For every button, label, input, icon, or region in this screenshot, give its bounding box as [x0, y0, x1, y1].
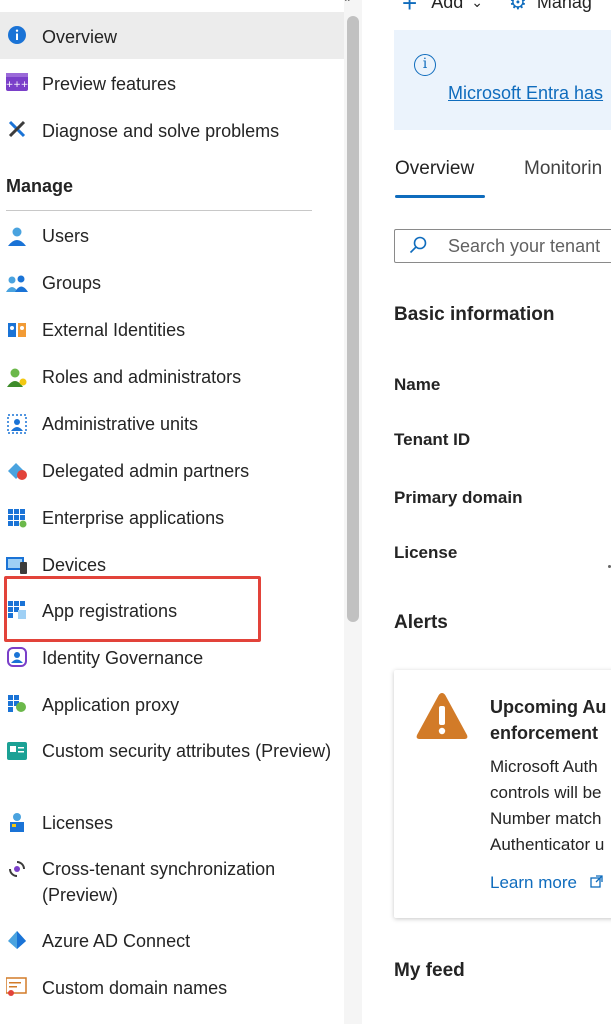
tab-monitoring[interactable]: Monitorin: [524, 158, 602, 180]
sidebar-item-label: Identity Governance: [42, 648, 204, 668]
sidebar-item-label: Enterprise applications: [42, 508, 225, 528]
manage-section-header: Manage: [6, 176, 74, 196]
sidebar-item-label: Users: [42, 226, 90, 246]
sidebar-item-label: External Identities: [42, 320, 186, 340]
groups-icon: [6, 272, 28, 294]
banner-link[interactable]: Microsoft Entra has: [448, 83, 603, 104]
sidebar-item-cross-tenant-sync[interactable]: Cross-tenant synchronization (Preview): [0, 856, 344, 908]
alert-body-line: Microsoft Auth: [490, 757, 598, 776]
alert-title-line: Upcoming Au: [490, 697, 607, 717]
sidebar-item-external-identities[interactable]: External Identities: [0, 317, 344, 364]
sidebar-item-label: Delegated admin partners: [42, 461, 250, 481]
cross-tenant-sync-icon: [6, 858, 28, 880]
manage-button[interactable]: Manag: [537, 0, 592, 13]
sidebar-item-devices[interactable]: Devices: [0, 552, 344, 576]
basic-information-heading: Basic information: [394, 304, 555, 325]
alert-body-line: controls will be: [490, 783, 602, 802]
sidebar-item-application-proxy[interactable]: Application proxy: [0, 692, 344, 716]
sidebar-item-administrative-units[interactable]: Administrative units: [0, 411, 344, 458]
sidebar-scrollbar-thumb[interactable]: [347, 16, 359, 622]
info-icon: [6, 24, 28, 46]
add-button[interactable]: Add: [431, 0, 463, 13]
sidebar-item-label: Devices: [42, 555, 107, 575]
active-tab-indicator: [395, 195, 485, 198]
info-banner: i Microsoft Entra has: [394, 30, 611, 130]
alert-title: Upcoming Au enforcement: [490, 694, 611, 746]
sidebar-item-preview-features[interactable]: +++ Preview features: [0, 59, 344, 106]
collapse-chevron-icon[interactable]: «: [343, 0, 350, 5]
sidebar-item-identity-governance[interactable]: Identity Governance: [0, 645, 344, 669]
info-icon: i: [414, 54, 436, 76]
tab-overview[interactable]: Overview: [395, 158, 474, 180]
search-placeholder: Search your tenant: [448, 236, 601, 256]
licenses-icon: [6, 811, 28, 833]
sidebar-item-label: Azure AD Connect: [42, 931, 191, 951]
sidebar-item-label: Custom security attributes (Preview): [42, 741, 332, 761]
azure-ad-connect-icon: [6, 929, 28, 951]
learn-more-label: Learn more: [490, 873, 577, 892]
alert-body-line: Authenticator u: [490, 835, 605, 854]
svg-text:+++: +++: [6, 80, 28, 90]
app-registrations-highlight-box: [4, 576, 261, 642]
warning-icon: [414, 690, 470, 742]
devices-icon: [6, 554, 28, 576]
user-icon: [6, 225, 28, 247]
learn-more-link[interactable]: Learn more: [490, 873, 603, 893]
license-label: License: [394, 543, 458, 562]
alerts-heading: Alerts: [394, 612, 448, 633]
main-content: + Add ⌄ ⚙ Manag i Microsoft Entra has Ov…: [362, 0, 611, 1024]
alert-title-line: enforcement: [490, 723, 599, 743]
external-identities-icon: [6, 319, 28, 341]
sidebar-item-delegated-admin[interactable]: Delegated admin partners: [0, 458, 344, 505]
delegated-admin-icon: [6, 460, 28, 482]
sidebar-item-custom-domain-names[interactable]: Custom domain names: [0, 975, 344, 999]
gear-icon: ⚙: [508, 0, 527, 14]
admin-units-icon: [6, 413, 28, 435]
sidebar-item-groups[interactable]: Groups: [0, 270, 344, 317]
preview-features-icon: +++: [6, 71, 28, 93]
sidebar-item-enterprise-applications[interactable]: Enterprise applications: [0, 505, 344, 552]
name-label: Name: [394, 375, 441, 394]
sidebar-item-overview[interactable]: Overview: [0, 12, 344, 59]
sidebar-item-azure-ad-connect[interactable]: Azure AD Connect: [0, 928, 344, 952]
roles-icon: [6, 366, 28, 388]
sidebar-item-diagnose[interactable]: Diagnose and solve problems: [0, 106, 344, 153]
sidebar-item-label: Overview: [42, 27, 118, 47]
wrench-icon: [6, 118, 28, 140]
sidebar-item-custom-security-attributes[interactable]: Custom security attributes (Preview): [0, 738, 344, 790]
sidebar-item-roles[interactable]: Roles and administrators: [0, 364, 344, 411]
app-proxy-icon: [6, 693, 28, 715]
sidebar-item-label: Application proxy: [42, 695, 180, 715]
alert-card: Upcoming Au enforcement Microsoft Auth c…: [394, 670, 611, 918]
sidebar-item-label: Administrative units: [42, 414, 199, 434]
sidebar-item-licenses[interactable]: Licenses: [0, 810, 344, 834]
sidebar-item-label: Roles and administrators: [42, 367, 242, 387]
section-divider: [6, 210, 312, 211]
sidebar-item-label: Diagnose and solve problems: [42, 121, 280, 141]
tenant-id-label: Tenant ID: [394, 430, 471, 449]
enterprise-apps-icon: [6, 507, 28, 529]
sidebar-item-label: Groups: [42, 273, 102, 293]
sidebar-item-label: Custom domain names: [42, 978, 228, 998]
alert-body-line: Number match: [490, 809, 602, 828]
search-icon: [409, 236, 427, 254]
primary-domain-label: Primary domain: [394, 488, 523, 507]
alert-body: Microsoft Auth controls will be Number m…: [490, 754, 611, 858]
command-bar: + Add ⌄ ⚙ Manag: [402, 0, 592, 18]
sidebar-nav: Overview +++ Preview features Diagnose a…: [0, 0, 344, 1024]
external-link-icon: [590, 873, 603, 892]
custom-security-icon: [6, 740, 28, 762]
sidebar-item-users[interactable]: Users: [0, 223, 344, 270]
chevron-down-icon[interactable]: ⌄: [471, 0, 483, 11]
plus-icon: +: [402, 0, 418, 18]
tab-bar: Overview Monitorin: [394, 158, 611, 200]
custom-domain-icon: [6, 976, 28, 998]
identity-governance-icon: [6, 646, 28, 668]
search-input[interactable]: Search your tenant: [394, 229, 611, 263]
my-feed-heading: My feed: [394, 960, 465, 981]
sidebar-item-label: Preview features: [42, 74, 177, 94]
sidebar-item-label: Licenses: [42, 813, 114, 833]
sidebar-item-label: Cross-tenant synchronization (Preview): [42, 859, 276, 905]
